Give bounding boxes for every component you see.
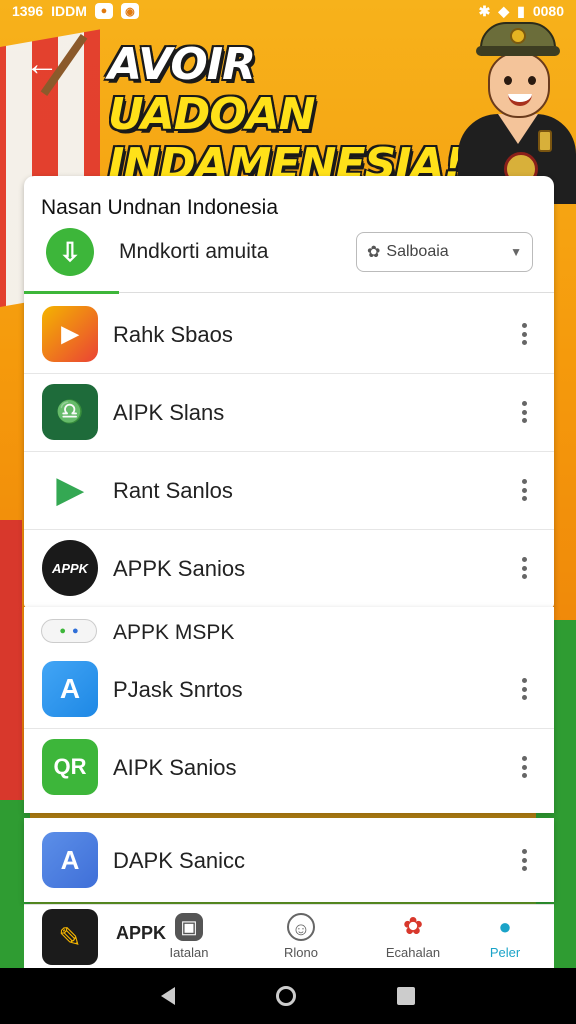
section-header: ● ● APPK MSPK [24,615,554,649]
system-home-icon[interactable] [275,986,296,1006]
tab-divider [119,292,554,293]
nav-label: Peler [489,945,521,960]
notification-icon: ● [94,3,113,19]
list-item[interactable]: APPK APPK Sanios [24,530,554,608]
mascot-hat-badge [510,28,526,44]
more-options-icon[interactable] [514,554,534,582]
system-back-icon[interactable] [160,987,175,1005]
more-options-icon[interactable] [514,476,534,504]
bottom-navigation: ✎ APPK ▣ Iatalan ☺ Rlono ✿ Ecahalan ● Pe… [24,904,554,968]
list-item[interactable]: ▶ Rahk Sbaos [24,296,554,374]
app-icon-qr: QR [42,739,98,795]
wifi-icon: ◆ [498,2,510,19]
search-row: ⇩ Mndkorti amuita ✿ Salboaia ▼ [24,224,554,296]
nav-label: Iatalan [169,945,209,960]
section-card: ● ● APPK MSPK A PJask Snrtos QR AIPK Sani… [24,607,554,813]
section-card: A DAPK Sanicc [24,818,554,902]
status-right-text: 0080 [532,3,564,19]
nav-item-profile[interactable]: ● Peler [460,913,550,965]
back-arrow-icon[interactable]: ← [22,44,62,84]
flower-icon: ✿ [402,913,424,940]
app-icon-bell: ♎ [42,384,98,440]
banner-title-word2: UADOAN [108,89,316,140]
banner-title-word1: AVOIR [108,39,256,90]
list-item[interactable]: A PJask Snrtos [24,651,554,729]
nav-item-installed[interactable]: ▣ Iatalan [144,913,234,965]
mascot-eye-left [504,76,512,85]
mascot-smile [508,94,532,106]
bluetooth-icon: ✱ [478,2,491,19]
more-options-icon[interactable] [514,675,534,703]
app-name: PJask Snrtos [113,677,243,702]
grid-icon: ▣ [175,913,203,941]
system-navigation-bar [0,968,576,1024]
person-icon: ● [498,914,512,939]
list-item[interactable]: QR AIPK Sanios [24,729,554,807]
list-item[interactable]: ▶ Rant Sanlos [24,452,554,530]
mascot-medal [538,130,552,152]
banner-title: AVOIR UADOAN INDAMENESIA! [108,40,468,190]
nav-label: Rlono [284,945,318,960]
mascot-face [488,52,550,118]
card-title: Nasan Undnan Indonesia [41,196,279,219]
status-carrier: IDDM [51,3,87,19]
main-card: Nasan Undnan Indonesia ⇩ Mndkorti amuita… [24,176,554,608]
section-label: APPK MSPK [113,621,235,644]
red-band [0,520,22,820]
mascot-eye-right [528,76,536,85]
dropdown-value: Salboaia [386,243,449,260]
mascot-hat-brim [476,46,560,56]
mascot-illustration [446,22,576,204]
status-time: 1396 [12,3,44,19]
pencil-icon: ✎ [58,921,82,953]
category-dropdown[interactable]: ✿ Salboaia ▼ [356,232,533,272]
more-options-icon[interactable] [514,846,534,874]
app-icon-store: A [42,661,98,717]
list-item[interactable]: A DAPK Sanicc [24,822,554,900]
app-icon-slides: ▶ [42,306,98,362]
toggle-pill-icon[interactable]: ● ● [41,619,97,643]
app-name: Rahk Sbaos [113,322,233,347]
app-icon-play: ▶ [42,462,98,518]
app-icon-robot: APPK [42,540,98,596]
app-name: DAPK Sanicc [113,848,246,873]
app-icon-featured[interactable]: ✎ [42,909,98,965]
search-label[interactable]: Mndkorti amuita [119,240,268,264]
nav-label: Ecahalan [385,945,441,960]
list-item[interactable]: ♎ AIPK Slans [24,374,554,452]
more-options-icon[interactable] [514,320,534,348]
app-name: AIPK Sanios [113,755,237,780]
more-options-icon[interactable] [514,753,534,781]
nav-item-home[interactable]: ☺ Rlono [256,913,346,965]
message-icon: ◉ [120,3,139,19]
nav-item-categories[interactable]: ✿ Ecahalan [368,913,458,965]
more-options-icon[interactable] [514,398,534,426]
app-logo-icon[interactable]: ⇩ [46,228,94,276]
header-banner: ← AVOIR UADOAN INDAMENESIA! [0,22,576,204]
app-name: APPK Sanios [113,556,246,581]
chevron-down-icon: ▼ [510,245,522,259]
app-name: AIPK Slans [113,400,225,425]
face-icon: ☺ [287,913,315,941]
plant-icon: ✿ [367,244,381,261]
system-recents-icon[interactable] [397,987,416,1005]
active-tab-indicator [24,291,119,294]
app-icon-docs: A [42,832,98,888]
status-bar: 1396 IDDM ● ◉ ✱ ◆ ▮ 0080 [0,0,576,22]
battery-icon: ▮ [517,2,525,19]
app-name: Rant Sanlos [113,478,233,503]
